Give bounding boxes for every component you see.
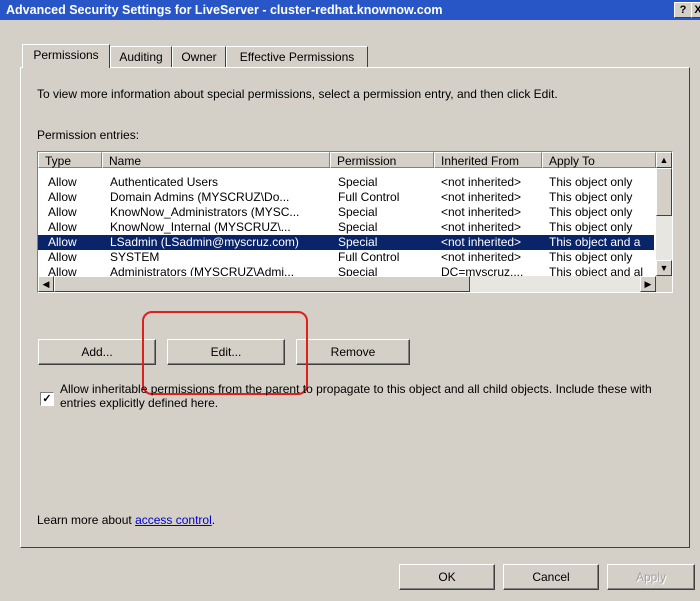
scroll-right-icon[interactable]: ▶: [640, 276, 656, 292]
cell-name: LSadmin (LSadmin@myscruz.com): [110, 235, 299, 249]
apply-button[interactable]: Apply: [607, 564, 695, 590]
cancel-button[interactable]: Cancel: [503, 564, 599, 590]
cell-apply: This object only: [549, 175, 633, 189]
inherit-permissions-label: Allow inheritable permissions from the p…: [60, 382, 652, 410]
tab-auditing[interactable]: Auditing: [110, 46, 172, 68]
cell-permission: Special: [338, 205, 378, 219]
cell-permission: Full Control: [338, 190, 400, 204]
vertical-scroll-thumb[interactable]: [656, 168, 672, 216]
list-header: Type Name Permission Inherited From Appl…: [38, 152, 656, 170]
cell-type: Allow: [48, 190, 77, 204]
cell-permission: Full Control: [338, 250, 400, 264]
add-button[interactable]: Add...: [38, 339, 156, 365]
cell-type: Allow: [48, 220, 77, 234]
permission-entries-label: Permission entries:: [37, 128, 140, 142]
ok-button[interactable]: OK: [399, 564, 495, 590]
cell-name: KnowNow_Internal (MYSCRUZ\...: [110, 220, 291, 234]
cell-permission: Special: [338, 220, 378, 234]
cell-permission: Special: [338, 175, 378, 189]
table-row[interactable]: Allow KnowNow_Internal (MYSCRUZ\... Spec…: [38, 220, 654, 235]
scroll-up-icon[interactable]: ▲: [656, 152, 672, 168]
scroll-down-icon[interactable]: ▼: [656, 260, 672, 276]
cell-type: Allow: [48, 205, 77, 219]
cell-type: Allow: [48, 175, 77, 189]
close-button[interactable]: X: [691, 2, 700, 18]
cell-apply: This object only: [549, 220, 633, 234]
cell-apply: This object only: [549, 190, 633, 204]
scrollbar-corner: [656, 276, 672, 292]
table-row-selected[interactable]: Allow LSadmin (LSadmin@myscruz.com) Spec…: [38, 235, 654, 250]
tab-permissions[interactable]: Permissions: [22, 44, 110, 68]
window-title: Advanced Security Settings for LiveServe…: [6, 3, 443, 17]
remove-button[interactable]: Remove: [296, 339, 410, 365]
cell-inherited: <not inherited>: [441, 250, 522, 264]
table-row[interactable]: Allow Domain Admins (MYSCRUZ\Do... Full …: [38, 190, 654, 205]
inherit-permissions-checkbox[interactable]: ✓: [40, 392, 54, 406]
permission-entries-list[interactable]: Type Name Permission Inherited From Appl…: [37, 151, 673, 293]
learn-more-suffix: .: [211, 513, 216, 527]
column-header-inherited-from[interactable]: Inherited From: [434, 152, 542, 168]
access-control-link[interactable]: access control: [135, 513, 212, 527]
tab-effective-permissions[interactable]: Effective Permissions: [226, 46, 368, 68]
column-header-name[interactable]: Name: [102, 152, 330, 168]
horizontal-scrollbar[interactable]: ◀ ▶: [38, 276, 656, 292]
help-button[interactable]: ?: [674, 2, 692, 18]
horizontal-scroll-thumb[interactable]: [54, 276, 470, 292]
scroll-left-icon[interactable]: ◀: [38, 276, 54, 292]
table-row[interactable]: Allow Authenticated Users Special <not i…: [38, 175, 654, 190]
cell-type: Allow: [48, 250, 77, 264]
cell-inherited: <not inherited>: [441, 175, 522, 189]
intro-text: To view more information about special p…: [37, 87, 558, 101]
title-bar: Advanced Security Settings for LiveServe…: [0, 0, 700, 20]
learn-more-text: Learn more about access control.: [37, 513, 215, 527]
cell-inherited: <not inherited>: [441, 220, 522, 234]
cell-inherited: <not inherited>: [441, 190, 522, 204]
column-header-permission[interactable]: Permission: [330, 152, 434, 168]
cell-type: Allow: [48, 235, 77, 249]
cell-apply: This object only: [549, 205, 633, 219]
column-header-apply-to[interactable]: Apply To: [542, 152, 656, 168]
learn-more-prefix: Learn more about: [37, 513, 136, 527]
cell-name: KnowNow_Administrators (MYSC...: [110, 205, 300, 219]
cell-inherited: <not inherited>: [441, 205, 522, 219]
tab-owner[interactable]: Owner: [172, 46, 226, 68]
cell-inherited: <not inherited>: [441, 235, 522, 249]
cell-name: SYSTEM: [110, 250, 160, 264]
cell-permission: Special: [338, 235, 378, 249]
table-row[interactable]: Allow SYSTEM Full Control <not inherited…: [38, 250, 654, 265]
vertical-scrollbar[interactable]: ▲ ▼: [656, 152, 672, 276]
cell-name: Domain Admins (MYSCRUZ\Do...: [110, 190, 290, 204]
table-row[interactable]: Allow KnowNow_Administrators (MYSC... Sp…: [38, 205, 654, 220]
cell-apply: This object and a: [549, 235, 641, 249]
cell-apply: This object only: [549, 250, 633, 264]
cell-name: Authenticated Users: [110, 175, 219, 189]
column-header-type[interactable]: Type: [38, 152, 102, 168]
